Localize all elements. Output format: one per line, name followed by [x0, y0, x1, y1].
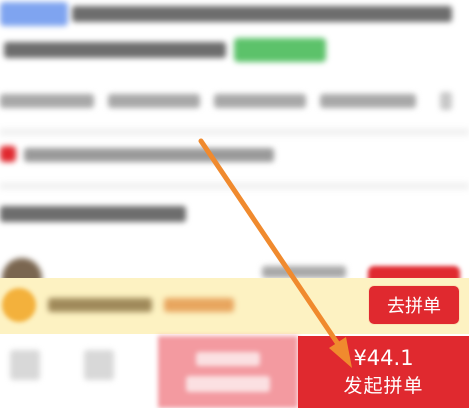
section-divider [0, 182, 469, 190]
promo-icon [0, 146, 16, 162]
coin-icon [2, 288, 36, 322]
start-group-button[interactable]: ¥44.1 发起拼单 [298, 336, 469, 408]
group-header-text [0, 206, 186, 222]
go-group-button[interactable]: 去拼单 [368, 285, 460, 325]
start-group-label: 发起拼单 [343, 375, 424, 397]
promise-item [320, 94, 416, 108]
chat-icon[interactable] [84, 350, 114, 380]
product-tag-green [234, 38, 326, 62]
title-line-2 [4, 42, 226, 58]
promise-item [108, 94, 200, 108]
group-member-info [262, 266, 346, 278]
promise-item [0, 94, 94, 108]
store-icon[interactable] [10, 350, 40, 380]
section-divider [0, 128, 469, 136]
group-strip-countdown [164, 298, 234, 312]
group-strip-text [48, 298, 152, 312]
chevron-right-icon[interactable] [440, 92, 452, 110]
product-tag-blue [0, 2, 68, 26]
solo-price [196, 352, 260, 366]
promise-item [214, 94, 306, 108]
start-group-price: ¥44.1 [353, 346, 414, 370]
title-line-1 [72, 6, 452, 22]
buy-alone-button[interactable] [158, 336, 298, 408]
solo-label [186, 376, 270, 392]
promo-text [24, 148, 274, 162]
